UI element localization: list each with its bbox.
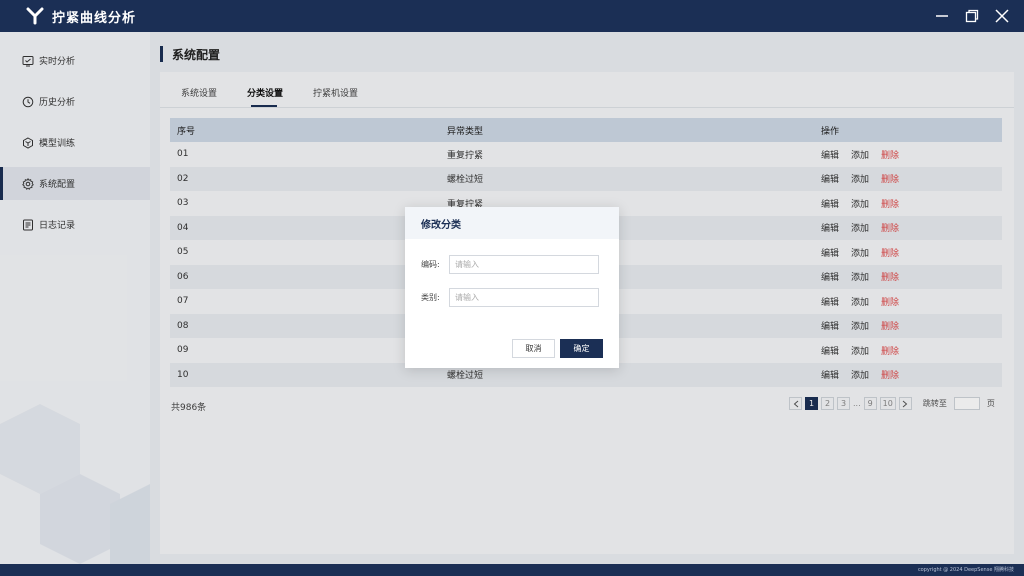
code-input[interactable]	[449, 255, 599, 274]
window-controls	[934, 0, 1010, 32]
cancel-button[interactable]: 取消	[512, 339, 555, 358]
copyright-text: copyright @ 2024 DeepSense 翔腾科技	[917, 567, 1014, 573]
dialog-title: 修改分类	[421, 219, 461, 231]
dialog-header: 修改分类	[405, 207, 619, 239]
category-field-row: 类别:	[421, 288, 599, 307]
category-input[interactable]	[449, 288, 599, 307]
close-icon[interactable]	[994, 8, 1010, 24]
app-logo-icon	[24, 5, 46, 27]
footer-bar: copyright @ 2024 DeepSense 翔腾科技	[0, 564, 1024, 576]
category-field-label: 类别:	[421, 293, 440, 302]
restore-icon[interactable]	[964, 8, 980, 24]
code-field-label: 编码:	[421, 260, 440, 269]
edit-category-dialog: 修改分类 编码: 类别: 取消 确定	[405, 207, 619, 368]
confirm-button[interactable]: 确定	[560, 339, 603, 358]
app-title: 拧紧曲线分析	[52, 10, 137, 26]
title-bar: 拧紧曲线分析	[0, 0, 1024, 32]
minimize-icon[interactable]	[934, 8, 950, 24]
code-field-row: 编码:	[421, 255, 599, 274]
